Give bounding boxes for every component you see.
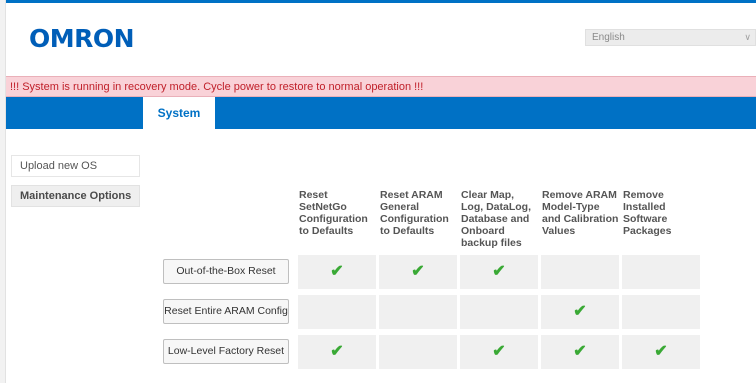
chevron-down-icon: ∨ <box>744 32 751 42</box>
reset-entire-aram-config-button[interactable]: Reset Entire ARAM Config <box>163 299 289 324</box>
sidebar-item-label: Maintenance Options <box>20 190 132 202</box>
column-header-reset-aram-general: Reset ARAM General Configuration to Defa… <box>380 189 449 237</box>
out-of-the-box-reset-button[interactable]: Out-of-the-Box Reset <box>163 259 289 284</box>
banner-text: !!! System is running in recovery mode. … <box>10 81 424 93</box>
language-select-value: English <box>592 32 625 43</box>
sidebar-item-upload-new-os[interactable]: Upload new OS <box>11 155 140 177</box>
top-accent-line <box>6 0 756 3</box>
column-header-reset-setnetgo: Reset SetNetGo Configuration to Defaults <box>299 189 368 237</box>
table-cell: ✔ <box>541 295 619 329</box>
table-cell: ✔ <box>298 335 376 369</box>
main-nav-bar: System <box>6 97 756 129</box>
check-icon: ✔ <box>330 263 344 280</box>
table-cell <box>298 295 376 329</box>
check-icon: ✔ <box>492 263 506 280</box>
column-header-remove-packages: Remove Installed Software Packages <box>623 189 672 237</box>
check-icon: ✔ <box>492 343 506 360</box>
column-header-remove-model-type: Remove ARAM Model-Type and Calibration V… <box>542 189 619 237</box>
check-icon: ✔ <box>411 263 425 280</box>
sidebar-item-label: Upload new OS <box>20 160 98 172</box>
table-cell: ✔ <box>541 335 619 369</box>
check-icon: ✔ <box>654 343 668 360</box>
tab-system-label: System <box>157 106 201 120</box>
table-cell: ✔ <box>298 255 376 289</box>
low-level-factory-reset-button[interactable]: Low-Level Factory Reset <box>163 339 289 364</box>
table-cell: ✔ <box>379 255 457 289</box>
table-cell: ✔ <box>460 255 538 289</box>
check-icon: ✔ <box>330 343 344 360</box>
table-cell <box>622 255 700 289</box>
check-icon: ✔ <box>573 343 587 360</box>
column-header-clear-map-log: Clear Map, Log, DataLog, Database and On… <box>461 189 531 249</box>
language-select[interactable]: English ∨ <box>585 29 756 46</box>
omron-logo: OMRON <box>29 24 135 53</box>
table-cell <box>622 295 700 329</box>
window-left-edge <box>0 0 6 383</box>
table-cell <box>541 255 619 289</box>
table-cell <box>460 295 538 329</box>
sidebar-item-maintenance-options[interactable]: Maintenance Options <box>11 185 140 207</box>
table-cell <box>379 295 457 329</box>
recovery-mode-banner: !!! System is running in recovery mode. … <box>6 76 756 97</box>
tab-system[interactable]: System <box>143 97 215 129</box>
check-icon: ✔ <box>573 303 587 320</box>
table-cell <box>379 335 457 369</box>
table-cell: ✔ <box>622 335 700 369</box>
table-cell: ✔ <box>460 335 538 369</box>
